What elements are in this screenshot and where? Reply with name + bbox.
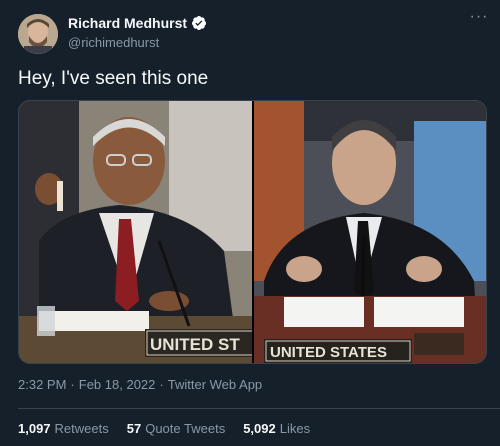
verified-badge-icon	[192, 16, 207, 30]
retweets-label: Retweets	[54, 421, 109, 436]
tweet-source[interactable]: Twitter Web App	[168, 377, 262, 392]
media-photo-right[interactable]: UNITED STATES	[254, 101, 486, 363]
more-options-icon[interactable]: ···	[468, 9, 490, 28]
meta-separator: ·	[70, 377, 75, 392]
divider	[18, 408, 500, 409]
tweet-text: Hey, I've seen this one	[18, 68, 209, 89]
name-row: Richard Medhurst	[68, 15, 207, 31]
retweets-count: 1,097	[18, 421, 51, 436]
engagement-stats: 1,097 Retweets 57 Quote Tweets 5,092 Lik…	[18, 421, 310, 436]
left-nameplate: UNITED ST	[150, 335, 240, 354]
display-name[interactable]: Richard Medhurst	[68, 15, 187, 31]
avatar[interactable]	[18, 14, 58, 54]
quote-tweets-label: Quote Tweets	[145, 421, 226, 436]
media-photo-left[interactable]: UNITED ST	[19, 101, 252, 363]
meta-separator: ·	[159, 377, 164, 392]
quote-tweets-stat[interactable]: 57 Quote Tweets	[127, 421, 225, 436]
likes-label: Likes	[279, 421, 311, 436]
tweet: Richard Medhurst @richimedhurst ··· Hey,…	[0, 0, 500, 446]
retweets-stat[interactable]: 1,097 Retweets	[18, 421, 109, 436]
quote-tweets-count: 57	[126, 421, 142, 436]
likes-count: 5,092	[243, 421, 276, 436]
right-nameplate: UNITED STATES	[270, 344, 387, 361]
likes-stat[interactable]: 5,092 Likes	[243, 421, 310, 436]
user-handle[interactable]: @richimedhurst	[68, 35, 159, 50]
tweet-meta: 2:32 PM · Feb 18, 2022 · Twitter Web App	[18, 377, 262, 392]
tweet-date[interactable]: Feb 18, 2022	[79, 377, 156, 392]
tweet-media[interactable]: UNITED ST UNITED STATES	[18, 100, 487, 364]
tweet-time[interactable]: 2:32 PM	[18, 377, 66, 392]
